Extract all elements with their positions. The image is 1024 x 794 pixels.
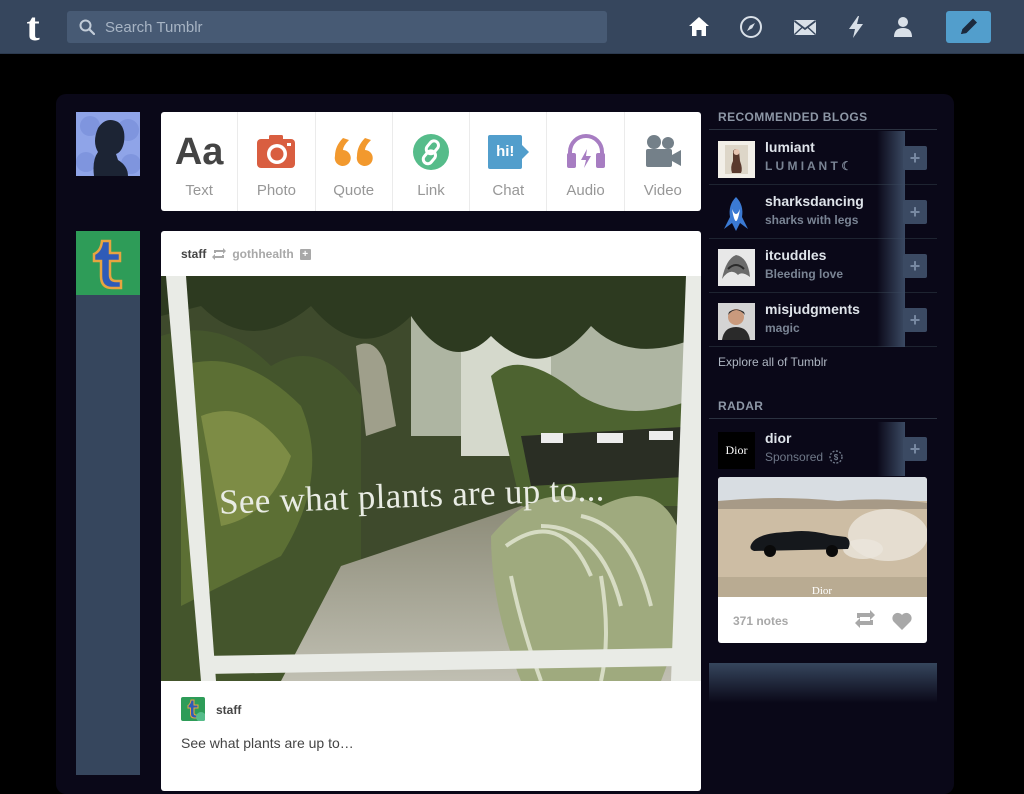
headphones-icon — [566, 134, 605, 168]
inbox-icon[interactable] — [793, 15, 817, 39]
chat-bubble-icon: hi! — [488, 135, 530, 169]
search-box[interactable] — [67, 11, 607, 43]
avatar-rail — [76, 295, 140, 775]
compose-post-button[interactable] — [946, 11, 991, 43]
top-navigation-bar: t — [0, 0, 1024, 54]
post-author-avatar[interactable] — [76, 231, 140, 295]
camera-icon — [257, 135, 296, 168]
blog-name: itcuddles — [765, 247, 827, 263]
recommended-blog-item[interactable]: lumiant L U M I A N T ☾ + — [709, 131, 937, 185]
blog-name: sharksdancing — [765, 193, 864, 209]
recommended-blog-item[interactable]: sharksdancing sharks with legs + — [709, 185, 937, 239]
post-author-link[interactable]: staff — [181, 247, 206, 261]
radar-blog-item[interactable]: Dior dior Sponsored $ + — [709, 422, 937, 476]
reblog-icon[interactable] — [854, 610, 876, 628]
follow-plus-icon[interactable]: + — [299, 248, 311, 260]
radar-car-photo: Dior — [718, 477, 927, 597]
follow-shade — [877, 422, 905, 476]
tumblr-staff-logo-icon — [76, 231, 140, 295]
recommended-blogs-heading: RECOMMENDED BLOGS — [718, 110, 868, 124]
post-type-label: Text — [185, 182, 213, 199]
reblogged-from-link[interactable]: gothhealth — [232, 247, 293, 261]
sidebar-divider — [709, 129, 937, 130]
silhouette-avatar-icon — [76, 112, 140, 176]
post-type-label: Audio — [566, 182, 605, 199]
text-post-icon: Aa — [174, 131, 224, 173]
pencil-icon — [961, 18, 977, 34]
follow-shade — [877, 185, 905, 239]
post-type-text[interactable]: Aa Text — [161, 112, 239, 211]
blog-name: lumiant — [765, 139, 815, 155]
dashboard-post: staff gothhealth + See what plants are u… — [161, 231, 701, 791]
post-type-video[interactable]: Video — [625, 112, 701, 211]
reblog-icon — [212, 248, 227, 260]
post-type-bar: Aa Text Photo Quote Link hi! Chat Audio … — [161, 112, 701, 211]
post-type-audio[interactable]: Audio — [547, 112, 625, 211]
like-heart-icon[interactable] — [891, 611, 913, 631]
follow-button[interactable]: + — [903, 146, 927, 170]
sponsored-label: Sponsored $ — [765, 450, 844, 464]
post-type-label: Quote — [333, 182, 375, 199]
explore-icon[interactable] — [739, 15, 763, 39]
sidebar-divider — [709, 418, 937, 419]
blog-tagline: L U M I A N T ☾ — [765, 159, 852, 173]
blog-tagline: magic — [765, 321, 800, 335]
follow-shade — [877, 293, 905, 347]
follow-button[interactable]: + — [903, 254, 927, 278]
post-type-label: Chat — [492, 182, 525, 199]
tumblr-staff-logo-icon — [187, 699, 206, 722]
quote-icon — [334, 138, 373, 166]
sidebar-fade — [709, 663, 937, 703]
search-icon — [79, 19, 95, 35]
misjudgments-avatar[interactable] — [718, 303, 755, 340]
post-type-chat[interactable]: hi! Chat — [470, 112, 548, 211]
sponsored-text: Sponsored — [765, 450, 824, 464]
blog-tagline: sharks with legs — [765, 213, 859, 227]
user-avatar[interactable] — [76, 112, 140, 176]
svg-text:$: $ — [834, 453, 839, 462]
post-body-text: See what plants are up to… — [181, 735, 354, 751]
follow-shade — [877, 131, 905, 185]
recommended-blog-item[interactable]: itcuddles Bleeding love + — [709, 239, 937, 293]
lumiant-avatar[interactable] — [718, 141, 755, 178]
follow-button[interactable]: + — [903, 200, 927, 224]
video-camera-icon — [645, 135, 681, 167]
activity-icon[interactable] — [844, 15, 868, 39]
chat-bubble-text: hi! — [496, 143, 515, 160]
post-header: staff gothhealth + — [181, 247, 311, 261]
link-icon — [412, 134, 449, 170]
radar-heading: RADAR — [718, 399, 764, 413]
post-type-label: Video — [643, 182, 682, 199]
post-type-label: Link — [417, 182, 445, 199]
post-type-link[interactable]: Link — [393, 112, 471, 211]
post-type-quote[interactable]: Quote — [316, 112, 393, 211]
explore-tumblr-link[interactable]: Explore all of Tumblr — [718, 355, 827, 369]
reblog-source-name[interactable]: staff — [216, 703, 241, 717]
account-icon[interactable] — [891, 15, 915, 39]
dior-watermark: Dior — [812, 585, 833, 597]
reblog-source-avatar[interactable] — [181, 697, 206, 722]
search-input[interactable] — [105, 11, 595, 43]
sponsored-icon: $ — [829, 450, 844, 464]
home-icon[interactable] — [687, 15, 711, 39]
follow-button[interactable]: + — [903, 308, 927, 332]
post-type-label: Photo — [256, 182, 297, 199]
sharksdancing-avatar[interactable] — [718, 195, 755, 232]
itcuddles-avatar[interactable] — [718, 249, 755, 286]
post-photo[interactable]: See what plants are up to... — [161, 276, 701, 681]
notes-count[interactable]: 371 notes — [733, 614, 788, 628]
dior-avatar[interactable]: Dior — [718, 432, 755, 469]
tumblr-logo[interactable]: t — [18, 7, 48, 47]
blog-name: misjudgments — [765, 301, 860, 317]
radar-post-card[interactable]: Dior 371 notes — [718, 477, 927, 643]
blog-name: dior — [765, 430, 792, 446]
follow-button[interactable]: + — [903, 437, 927, 461]
follow-shade — [877, 239, 905, 293]
blog-tagline: Bleeding love — [765, 267, 844, 281]
recommended-blog-item[interactable]: misjudgments magic + — [709, 293, 937, 347]
post-type-photo[interactable]: Photo — [238, 112, 316, 211]
